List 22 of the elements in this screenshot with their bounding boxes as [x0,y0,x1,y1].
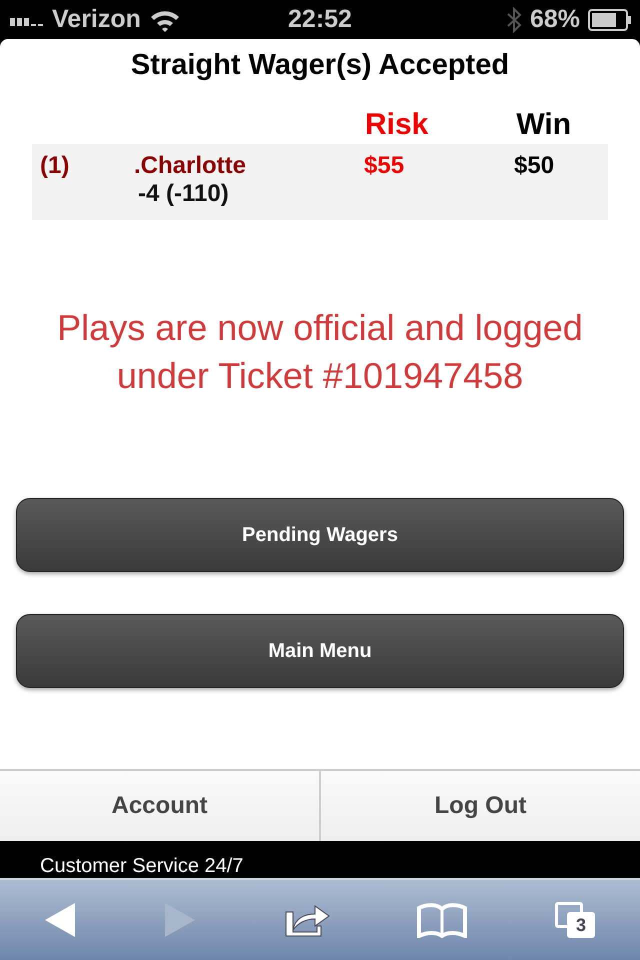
page-title: Straight Wager(s) Accepted [130,49,510,82]
bluetooth-icon [506,6,522,32]
risk-amount: $55 [364,152,406,180]
column-header: Risk [365,108,428,142]
bookmarks-button[interactable] [417,902,467,938]
footer-text: Customer Service 24/7 [40,855,244,878]
clock-time: 22:52 [288,5,352,34]
wager-number: (1) [39,152,70,180]
carrier-name: Verizon [52,5,141,34]
battery-percent: 68% [530,5,580,34]
footer-button[interactable]: Account [0,771,321,842]
confirmation-message: Plays are now official and logged under Ticket #101947458 [56,306,584,398]
back-button[interactable] [43,901,77,939]
wager-line: -4 (-110) [137,180,230,208]
battery-icon [588,8,632,30]
footer-button[interactable]: Log Out [321,771,640,842]
team-name: .Charlotte [134,152,248,180]
tabs-button[interactable]: 3 [553,900,597,940]
column-header: Win [516,108,572,142]
win-amount: $50 [514,152,554,180]
nav-button[interactable]: Main Menu [16,614,624,688]
nav-button[interactable]: Pending Wagers [16,498,624,572]
